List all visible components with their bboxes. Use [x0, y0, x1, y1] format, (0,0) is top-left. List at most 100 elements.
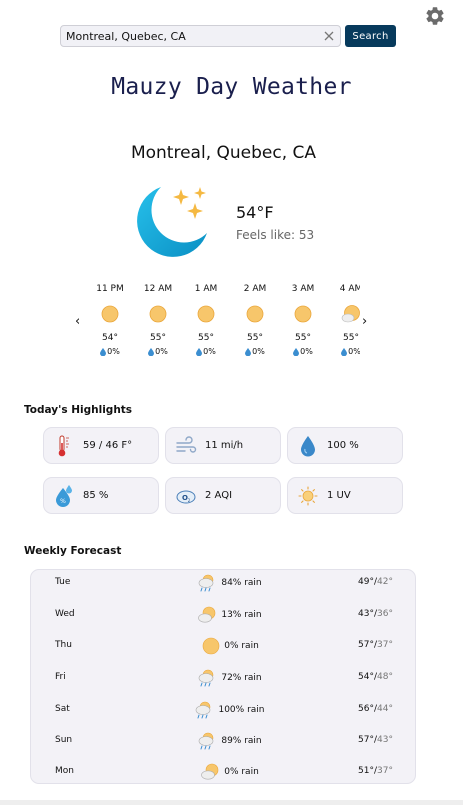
sun-icon — [202, 637, 220, 655]
highlight-precipitation: 100 % — [287, 427, 403, 464]
highlight-humidity: % 85 % — [43, 477, 159, 514]
forecast-high: 49° — [358, 577, 374, 587]
drop-icon — [148, 348, 155, 356]
forecast-day: Tue — [55, 577, 71, 587]
forecast-high: 57° — [358, 640, 374, 650]
drop-icon — [293, 348, 300, 356]
forecast-day: Sun — [55, 735, 73, 745]
app-title: Mauzy Day Weather — [111, 74, 352, 100]
partly-cloudy-icon — [201, 763, 219, 780]
forecast-day: Sat — [55, 704, 70, 714]
location-name: Montreal, Quebec, CA — [130, 143, 317, 163]
highlight-wind: 11 mi/h — [165, 427, 281, 464]
forecast-rain: 13% rain — [221, 610, 262, 620]
search-button[interactable]: Search — [345, 25, 396, 47]
forecast-row-thu: Thu 0% rain 57°/37° — [31, 636, 417, 656]
hour-precip: 0% — [90, 347, 130, 357]
highlight-value: 11 mi/h — [205, 440, 244, 451]
forecast-rain: 84% rain — [221, 578, 262, 588]
air-quality-icon: O 2 — [176, 490, 196, 503]
forecast-high: 57° — [358, 735, 374, 745]
settings-gear-icon[interactable] — [424, 5, 446, 27]
forecast-temps: 51°/37° — [358, 766, 393, 776]
hour-time: 11 PM — [96, 284, 124, 294]
hour-temp: 55° — [247, 333, 263, 343]
hour-item: 4 AM 55° 0% — [331, 283, 360, 357]
forecast-rain: 0% rain — [224, 767, 259, 777]
highlight-temperature: 59 / 46 F° — [43, 427, 159, 464]
humidity-icon: % — [56, 484, 72, 507]
moon-stars-icon — [133, 183, 215, 261]
wind-icon — [176, 435, 197, 453]
highlights-title: Today's Highlights — [24, 404, 133, 416]
hour-temp: 55° — [150, 333, 166, 343]
hour-item: 12 AM 55° 0% — [138, 283, 178, 357]
forecast-low: 42° — [377, 577, 393, 587]
partly-cloudy-icon — [198, 606, 216, 623]
current-temperature: 54°F — [236, 203, 274, 222]
forecast-low: 37° — [377, 640, 393, 650]
forecast-row-mon: Mon 0% rain 51°/37° — [31, 762, 417, 782]
water-drop-icon — [301, 435, 315, 456]
highlight-value: 2 AQI — [205, 490, 233, 501]
search-input[interactable] — [66, 29, 322, 43]
hour-precip: 0% — [283, 347, 323, 357]
highlight-value: 85 % — [83, 490, 109, 501]
rain-cloud-icon — [196, 701, 211, 719]
rain-cloud-icon — [199, 574, 214, 592]
forecast-row-wed: Wed 13% rain 43°/36° — [31, 605, 417, 625]
rain-cloud-icon — [199, 732, 214, 750]
forecast-day: Thu — [55, 640, 72, 650]
forecast-condition: 0% rain — [179, 636, 279, 656]
hour-item: 3 AM 55° 0% — [283, 283, 323, 357]
highlight-value: 100 % — [327, 440, 359, 451]
forecast-high: 43° — [358, 609, 374, 619]
hour-time: 12 AM — [143, 284, 173, 294]
sun-icon — [149, 305, 167, 323]
sun-icon — [294, 305, 312, 323]
forecast-temps: 56°/44° — [358, 704, 393, 714]
precip-value: 0% — [107, 347, 120, 356]
precip-value: 0% — [252, 347, 265, 356]
rain-cloud-icon — [199, 669, 214, 687]
forecast-high: 56° — [358, 704, 374, 714]
highlight-value: 1 UV — [327, 490, 351, 501]
precip-value: 0% — [348, 347, 360, 356]
forecast-low: 36° — [377, 609, 393, 619]
forecast-condition: 84% rain — [179, 573, 279, 593]
hour-temp: 55° — [295, 333, 311, 343]
forecast-high: 54° — [358, 672, 374, 682]
chevron-left-icon[interactable]: ‹ — [75, 314, 80, 329]
highlight-uv-index: 1 UV — [287, 477, 403, 514]
forecast-condition: 100% rain — [179, 700, 279, 720]
forecast-rain: 100% rain — [218, 705, 265, 715]
bottom-edge — [0, 800, 463, 805]
hour-time: 4 AM — [339, 284, 360, 294]
chevron-right-icon[interactable]: › — [362, 314, 367, 329]
hour-precip: 0% — [235, 347, 275, 357]
forecast-high: 51° — [358, 766, 374, 776]
thermometer-icon — [58, 435, 69, 456]
hour-precip: 0% — [138, 347, 178, 357]
hourly-forecast: 11 PM 54° 0% 12 AM 55° 0% 1 AM 55° 0% 2 … — [86, 283, 360, 363]
highlight-value: 59 / 46 F° — [83, 440, 133, 451]
sun-icon — [246, 305, 264, 323]
hour-item: 2 AM 55° 0% — [235, 283, 275, 357]
hour-time: 3 AM — [291, 284, 315, 294]
forecast-low: 43° — [377, 735, 393, 745]
precip-value: 0% — [300, 347, 313, 356]
hour-time: 1 AM — [194, 284, 218, 294]
forecast-temps: 57°/43° — [358, 735, 393, 745]
forecast-row-sun: Sun 89% rain 57°/43° — [31, 731, 417, 751]
forecast-row-sat: Sat 100% rain 56°/44° — [31, 700, 417, 720]
hour-temp: 54° — [102, 333, 118, 343]
clear-icon[interactable] — [322, 29, 336, 43]
forecast-condition: 72% rain — [179, 668, 279, 688]
drop-icon — [196, 348, 203, 356]
search-bar: Search — [60, 25, 396, 47]
hour-item: 1 AM 55° 0% — [186, 283, 226, 357]
forecast-condition: 89% rain — [179, 731, 279, 751]
forecast-rain: 0% rain — [224, 641, 259, 651]
precip-value: 0% — [155, 347, 168, 356]
svg-text:2: 2 — [188, 498, 191, 503]
